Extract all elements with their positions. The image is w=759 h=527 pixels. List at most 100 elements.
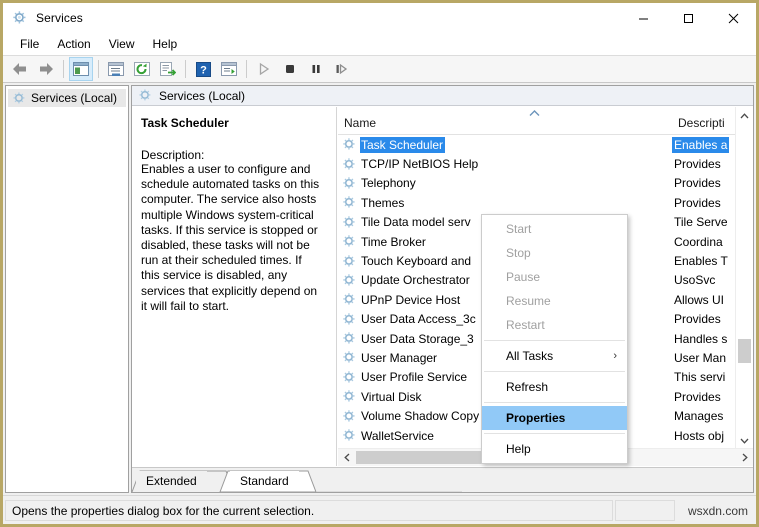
- service-name-cell: Task Scheduler: [360, 136, 446, 153]
- service-name-cell: Touch Keyboard and: [361, 254, 472, 269]
- minimize-button[interactable]: [621, 3, 666, 33]
- forward-icon[interactable]: [34, 57, 58, 81]
- toolbar-separator: [246, 60, 247, 78]
- scroll-right-icon[interactable]: [736, 449, 753, 466]
- stop-service-icon[interactable]: [278, 57, 302, 81]
- close-button[interactable]: [711, 3, 756, 33]
- service-description-cell: Provides: [674, 157, 721, 172]
- service-description-cell: Provides: [674, 312, 721, 327]
- restart-service-icon[interactable]: [330, 57, 354, 81]
- service-name-cell: User Data Storage_3: [361, 331, 474, 346]
- content-area: Services (Local) Services (Local) Task S…: [3, 83, 756, 495]
- context-menu-separator: [484, 340, 625, 341]
- column-header-row: Name Descripti: [338, 107, 753, 135]
- properties-icon[interactable]: [104, 57, 128, 81]
- service-gear-icon: [342, 312, 357, 327]
- context-menu-item-label: Start: [506, 222, 532, 236]
- results-pane-title: Services (Local): [159, 88, 246, 103]
- service-gear-icon: [342, 292, 357, 307]
- service-gear-icon: [342, 370, 357, 385]
- tab-extended[interactable]: Extended: [136, 471, 207, 491]
- service-gear-icon: [342, 254, 357, 269]
- service-gear-icon: [342, 176, 357, 191]
- service-name-cell: WalletService: [361, 428, 434, 443]
- service-info-panel: Task Scheduler Description: Enables a us…: [132, 107, 337, 466]
- tab-standard[interactable]: Standard: [230, 471, 299, 491]
- maximize-button[interactable]: [666, 3, 711, 33]
- context-menu-separator: [484, 371, 625, 372]
- toolbar-separator: [98, 60, 99, 78]
- menu-action[interactable]: Action: [48, 35, 99, 53]
- start-service-icon[interactable]: [252, 57, 276, 81]
- services-gear-icon: [138, 88, 153, 103]
- show-action-pane-icon[interactable]: [217, 57, 241, 81]
- vertical-scroll-thumb[interactable]: [738, 339, 751, 363]
- menu-help[interactable]: Help: [144, 35, 187, 53]
- sort-ascending-icon: [528, 109, 541, 120]
- service-description-cell: Enables a: [672, 136, 730, 153]
- context-menu-item-help[interactable]: Help: [482, 437, 627, 461]
- service-description-cell: Allows UI: [674, 292, 725, 307]
- service-description-cell: Tile Serve: [674, 215, 728, 230]
- toolbar-separator: [63, 60, 64, 78]
- menu-view[interactable]: View: [100, 35, 144, 53]
- status-secondary-panel: [615, 500, 675, 521]
- vertical-scrollbar[interactable]: [735, 107, 753, 449]
- context-menu-item-resume: Resume: [482, 289, 627, 313]
- menu-file[interactable]: File: [11, 35, 48, 53]
- context-menu-item-label: Help: [506, 442, 531, 456]
- status-message-panel: Opens the properties dialog box for the …: [5, 500, 613, 521]
- service-description-cell: Enables T: [674, 254, 728, 269]
- service-name-cell: Themes: [361, 195, 405, 210]
- service-name-cell: UPnP Device Host: [361, 292, 461, 307]
- context-menu-item-refresh[interactable]: Refresh: [482, 375, 627, 399]
- service-gear-icon: [342, 389, 357, 404]
- context-menu-item-stop: Stop: [482, 241, 627, 265]
- menu-bar: File Action View Help: [3, 33, 756, 55]
- service-gear-icon: [342, 234, 357, 249]
- table-row[interactable]: Themes Provides: [338, 193, 753, 212]
- export-list-icon[interactable]: [156, 57, 180, 81]
- toolbar: ?: [3, 55, 756, 83]
- status-message: Opens the properties dialog box for the …: [12, 503, 315, 518]
- service-description-cell: Manages: [674, 409, 724, 424]
- context-menu-item-label: Stop: [506, 246, 531, 260]
- scroll-up-icon[interactable]: [736, 107, 753, 124]
- service-description-cell: Provides: [674, 176, 721, 191]
- watermark-text: wsxdn.com: [687, 503, 748, 518]
- context-menu-separator: [484, 433, 625, 434]
- context-menu-item-properties[interactable]: Properties: [482, 406, 627, 430]
- results-pane: Services (Local) Task Scheduler Descript…: [131, 85, 754, 493]
- context-menu-item-label: Pause: [506, 270, 541, 284]
- service-gear-icon: [342, 409, 357, 424]
- table-row[interactable]: TCP/IP NetBIOS Help Provides: [338, 154, 753, 173]
- window-title: Services: [36, 11, 83, 25]
- service-gear-icon: [342, 195, 357, 210]
- scroll-down-icon[interactable]: [736, 432, 753, 449]
- column-header-name[interactable]: Name: [344, 107, 674, 134]
- services-gear-icon: [12, 91, 27, 106]
- context-menu-item-label: All Tasks: [506, 349, 554, 363]
- service-name-cell: Update Orchestrator: [361, 273, 470, 288]
- svg-text:?: ?: [200, 64, 207, 76]
- refresh-icon[interactable]: [130, 57, 154, 81]
- service-name-cell: TCP/IP NetBIOS Help: [361, 157, 479, 172]
- pause-service-icon[interactable]: [304, 57, 328, 81]
- service-description-cell: Provides: [674, 389, 721, 404]
- context-menu: Start Stop Pause Resume Restart All Tasks › Ref…: [481, 214, 628, 464]
- service-description-cell: Handles s: [674, 331, 728, 346]
- show-hide-console-tree-icon[interactable]: [69, 57, 93, 81]
- tab-standard-label: Standard: [240, 474, 289, 488]
- table-row[interactable]: Telephony Provides: [338, 174, 753, 193]
- selected-service-title: Task Scheduler: [141, 116, 229, 130]
- service-name-cell: Telephony: [361, 176, 416, 191]
- context-menu-item-all-tasks[interactable]: All Tasks ›: [482, 344, 627, 368]
- toolbar-separator: [185, 60, 186, 78]
- table-row[interactable]: Task Scheduler Enables a: [338, 135, 753, 154]
- tree-item-services-local[interactable]: Services (Local): [8, 89, 126, 107]
- help-icon[interactable]: ?: [191, 57, 215, 81]
- back-icon[interactable]: [8, 57, 32, 81]
- tree-item-label: Services (Local): [31, 91, 118, 105]
- scroll-left-icon[interactable]: [338, 449, 355, 466]
- context-menu-item-pause: Pause: [482, 265, 627, 289]
